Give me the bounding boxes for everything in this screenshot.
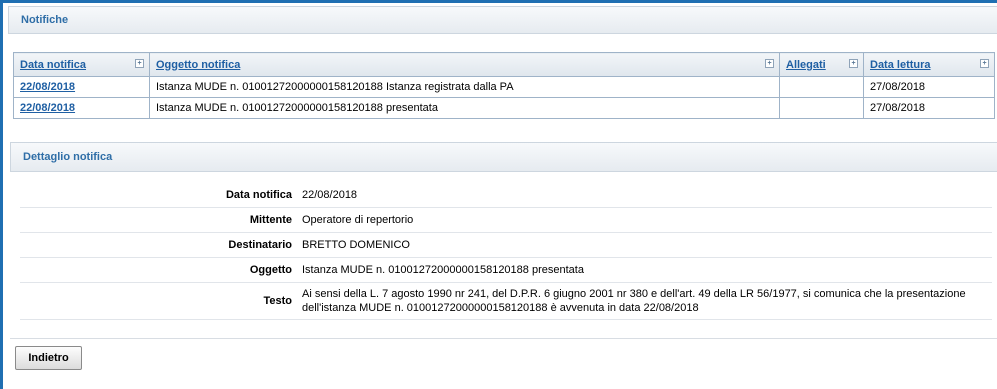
table-row[interactable]: 22/08/2018 Istanza MUDE n. 0100127200000… [13,97,995,119]
dettaglio-title: Dettaglio notifica [23,151,113,163]
cell-data-notifica[interactable]: 22/08/2018 [13,97,150,119]
cell-data-lettura: 27/08/2018 [863,76,995,98]
notifiche-table: Data notifica + Oggetto notifica + Alleg… [13,52,995,119]
notifiche-panel-header: Notifiche [8,6,997,34]
sort-icon[interactable]: + [135,59,144,68]
sort-link-oggetto-notifica[interactable]: Oggetto notifica [156,59,240,71]
table-header-row: Data notifica + Oggetto notifica + Alleg… [13,52,995,77]
detail-value: BRETTO DOMENICO [302,239,410,251]
detail-row-destinatario: Destinatario BRETTO DOMENICO [20,233,992,258]
cell-allegati [779,76,864,98]
detail-label: Destinatario [228,239,292,251]
cell-allegati [779,97,864,119]
detail-row-data-notifica: Data notifica 22/08/2018 [20,183,992,208]
cell-oggetto: Istanza MUDE n. 01001272000000158120188 … [149,97,780,119]
sort-icon[interactable]: + [849,59,858,68]
detail-row-testo: Testo Ai sensi della L. 7 agosto 1990 nr… [20,283,992,320]
sort-icon[interactable]: + [765,59,774,68]
cell-data-notifica[interactable]: 22/08/2018 [13,76,150,98]
detail-value: 22/08/2018 [302,189,358,201]
column-header-oggetto-notifica[interactable]: Oggetto notifica + [149,52,780,77]
detail-value: Istanza MUDE n. 01001272000000158120188 … [302,264,584,276]
dettaglio-fields: Data notifica 22/08/2018 Mittente Operat… [20,183,992,320]
detail-label: Mittente [249,214,292,226]
notifica-date-link[interactable]: 22/08/2018 [20,81,75,93]
back-button[interactable]: Indietro [15,346,82,370]
table-row[interactable]: 22/08/2018 Istanza MUDE n. 0100127200000… [13,76,995,98]
detail-label: Oggetto [249,264,292,276]
detail-label: Data notifica [225,189,292,201]
column-header-data-lettura[interactable]: Data lettura + [863,52,995,77]
detail-value: Ai sensi della L. 7 agosto 1990 nr 241, … [302,288,966,314]
dettaglio-panel-header: Dettaglio notifica [10,142,997,172]
detail-row-mittente: Mittente Operatore di repertorio [20,208,992,233]
cell-data-lettura: 27/08/2018 [863,97,995,119]
divider [10,338,997,339]
cell-oggetto: Istanza MUDE n. 01001272000000158120188 … [149,76,780,98]
column-header-allegati[interactable]: Allegati + [779,52,864,77]
sort-link-data-notifica[interactable]: Data notifica [20,59,86,71]
detail-row-oggetto: Oggetto Istanza MUDE n. 0100127200000015… [20,258,992,283]
notifiche-title: Notifiche [21,14,69,26]
sort-icon[interactable]: + [980,59,989,68]
sort-link-data-lettura[interactable]: Data lettura [870,59,931,71]
column-header-data-notifica[interactable]: Data notifica + [13,52,150,77]
sort-link-allegati[interactable]: Allegati [786,59,826,71]
notifica-date-link[interactable]: 22/08/2018 [20,102,75,114]
detail-value: Operatore di repertorio [302,214,414,226]
detail-label: Testo [263,295,292,307]
